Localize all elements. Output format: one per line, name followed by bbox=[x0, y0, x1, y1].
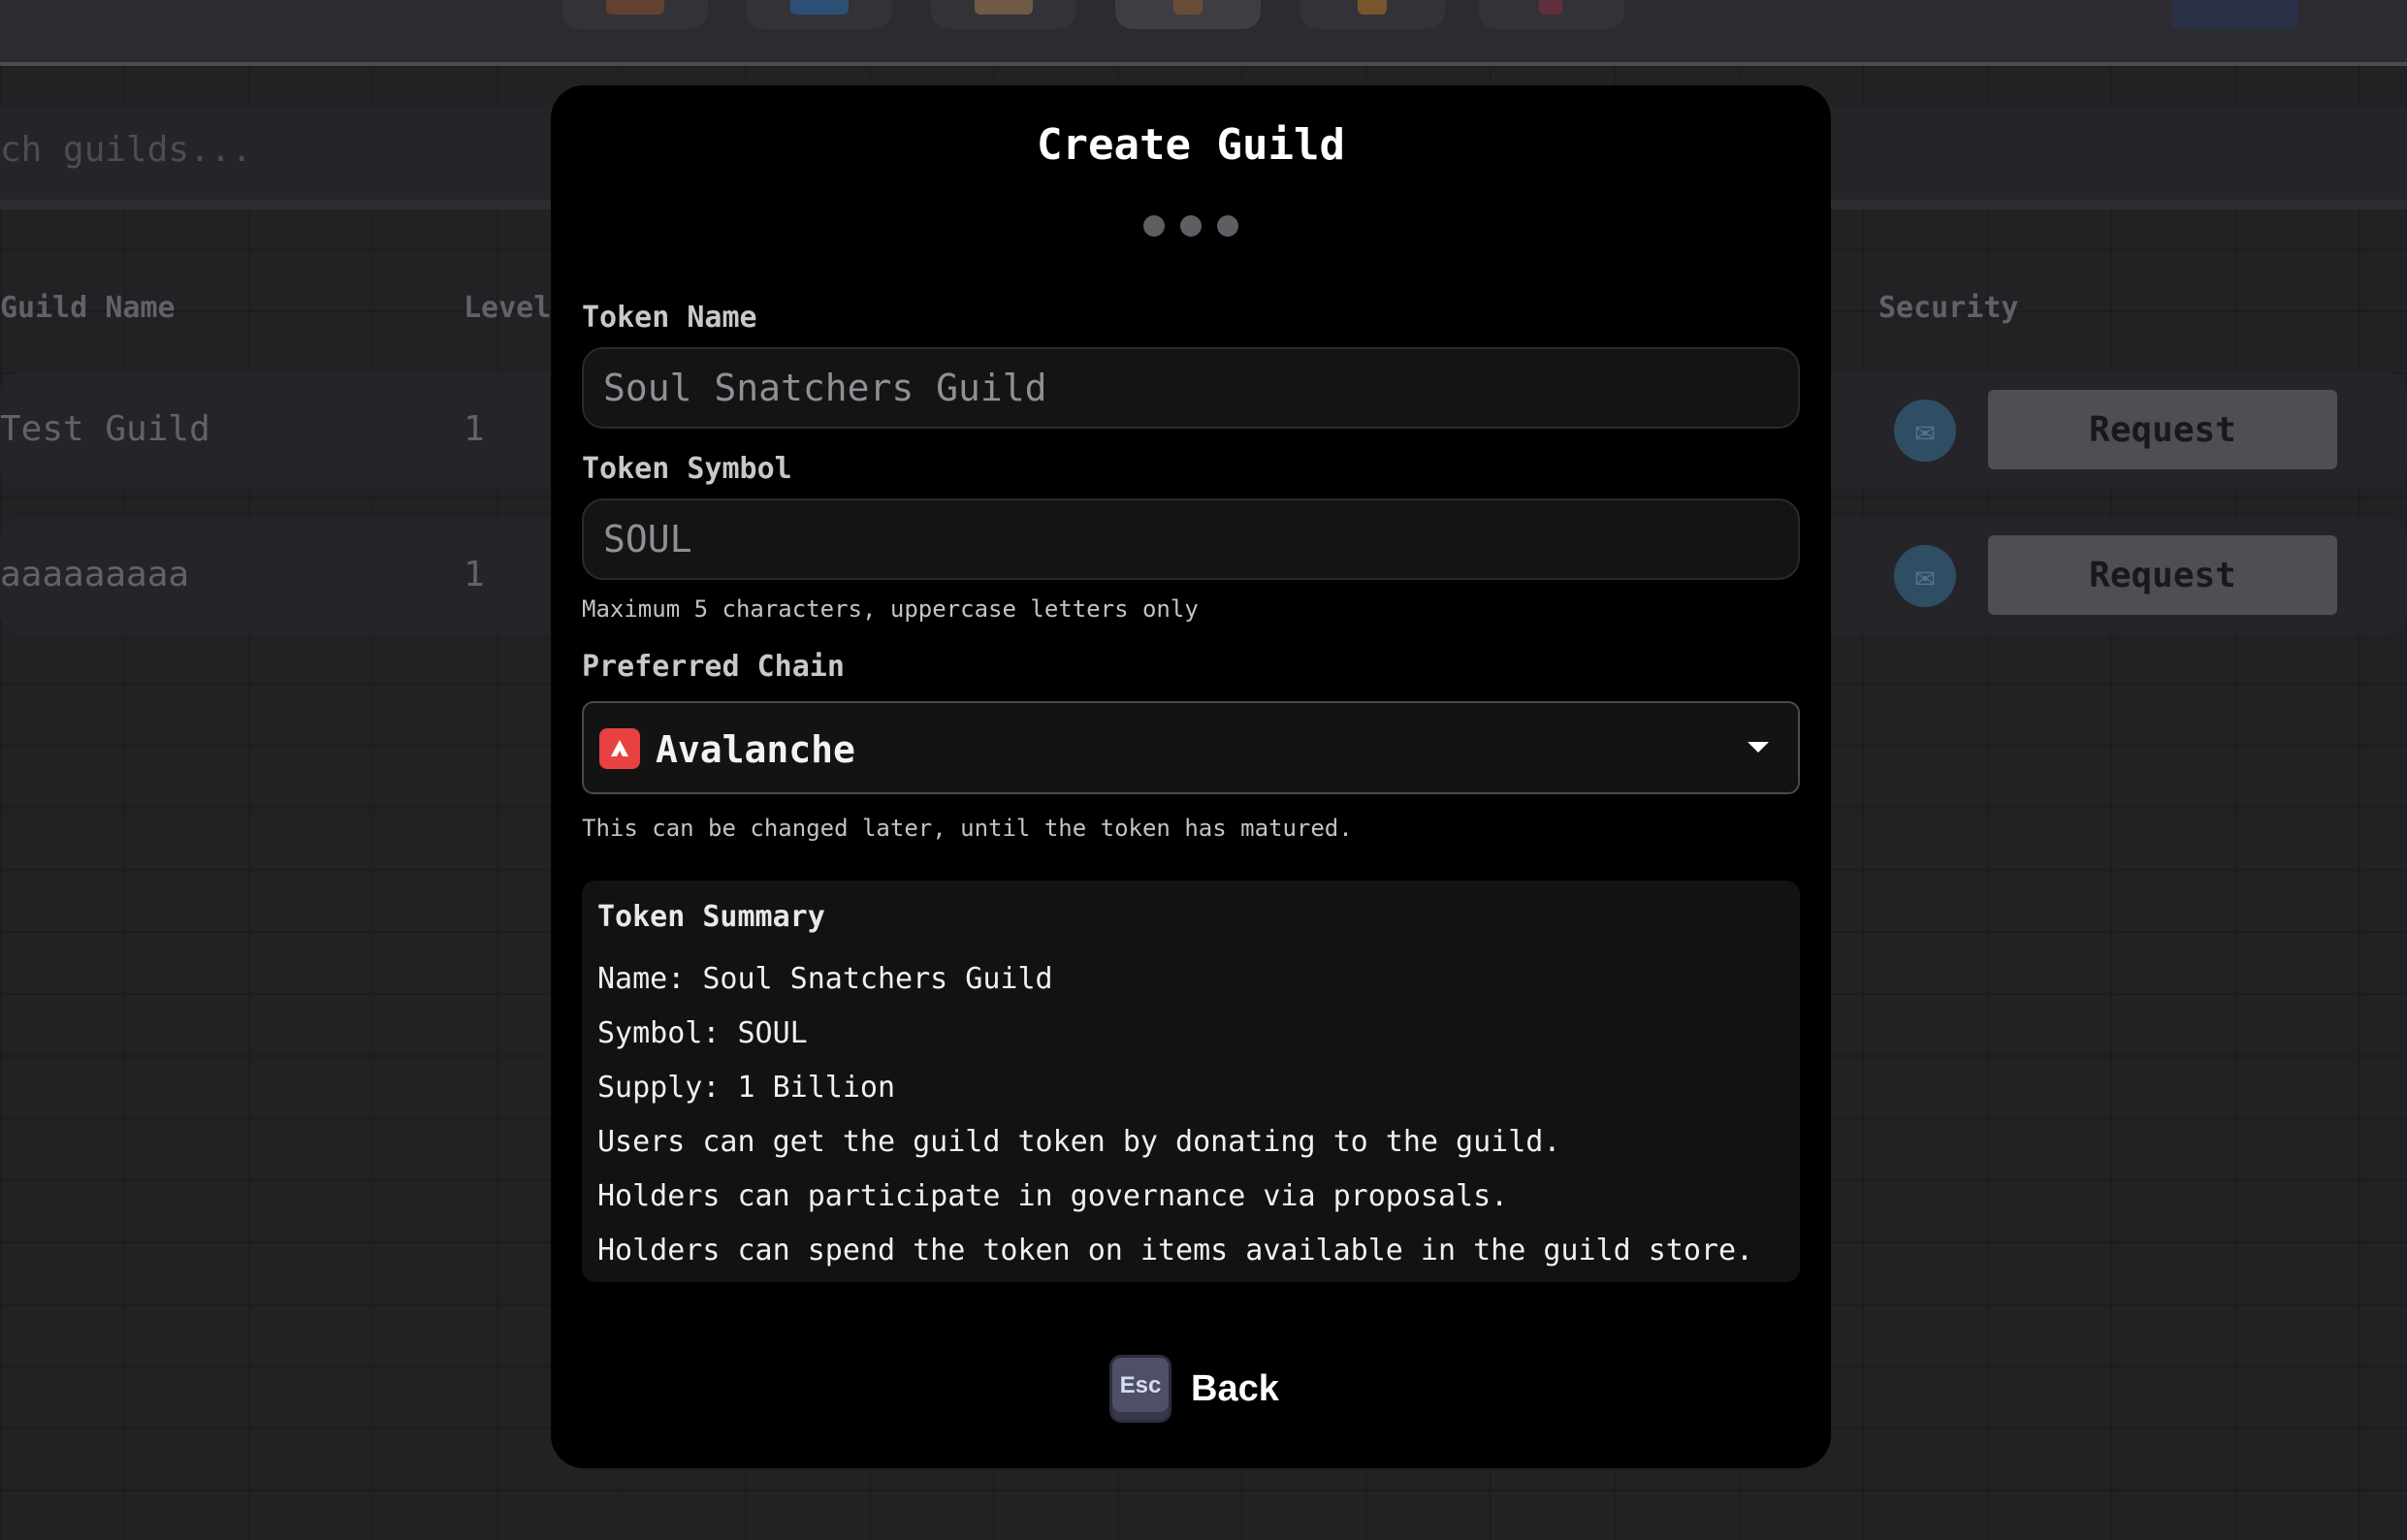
token-symbol-input[interactable] bbox=[582, 498, 1800, 580]
preferred-chain-hint: This can be changed later, until the tok… bbox=[582, 815, 1353, 842]
create-guild-modal: Create Guild Token Name Token Symbol Max… bbox=[551, 85, 1831, 1468]
summary-line: Users can get the guild token by donatin… bbox=[597, 1125, 1561, 1159]
token-name-label: Token Name bbox=[582, 301, 757, 335]
token-name-input[interactable] bbox=[582, 347, 1800, 429]
summary-line: Symbol: SOUL bbox=[597, 1016, 808, 1050]
summary-line: Holders can spend the token on items ava… bbox=[597, 1234, 1754, 1267]
step-dot bbox=[1143, 215, 1165, 237]
preferred-chain-select[interactable]: Avalanche bbox=[582, 701, 1800, 794]
preferred-chain-label: Preferred Chain bbox=[582, 650, 845, 684]
modal-title: Create Guild bbox=[1037, 120, 1345, 170]
selected-chain: Avalanche bbox=[656, 728, 855, 771]
chevron-down-icon[interactable] bbox=[1748, 742, 1769, 753]
token-summary-title: Token Summary bbox=[597, 900, 825, 934]
token-summary: Token Summary Name: Soul Snatchers Guild… bbox=[582, 881, 1800, 1282]
summary-line: Name: Soul Snatchers Guild bbox=[597, 962, 1053, 996]
back-label: Back bbox=[1191, 1367, 1279, 1409]
esc-key-icon: Esc bbox=[1109, 1355, 1171, 1423]
game-screen: ch guilds... Guild Name Level Security T… bbox=[0, 0, 2407, 1540]
summary-line: Holders can participate in governance vi… bbox=[597, 1179, 1509, 1213]
summary-line: Supply: 1 Billion bbox=[597, 1071, 896, 1105]
back-button[interactable]: Esc Back bbox=[1109, 1352, 1279, 1426]
token-symbol-hint: Maximum 5 characters, uppercase letters … bbox=[582, 595, 1199, 623]
step-dot bbox=[1180, 215, 1202, 237]
token-symbol-label: Token Symbol bbox=[582, 452, 792, 486]
step-dot bbox=[1217, 215, 1238, 237]
esc-key-label: Esc bbox=[1119, 1372, 1162, 1398]
avalanche-logo-icon bbox=[599, 728, 640, 769]
step-indicator bbox=[551, 215, 1831, 237]
